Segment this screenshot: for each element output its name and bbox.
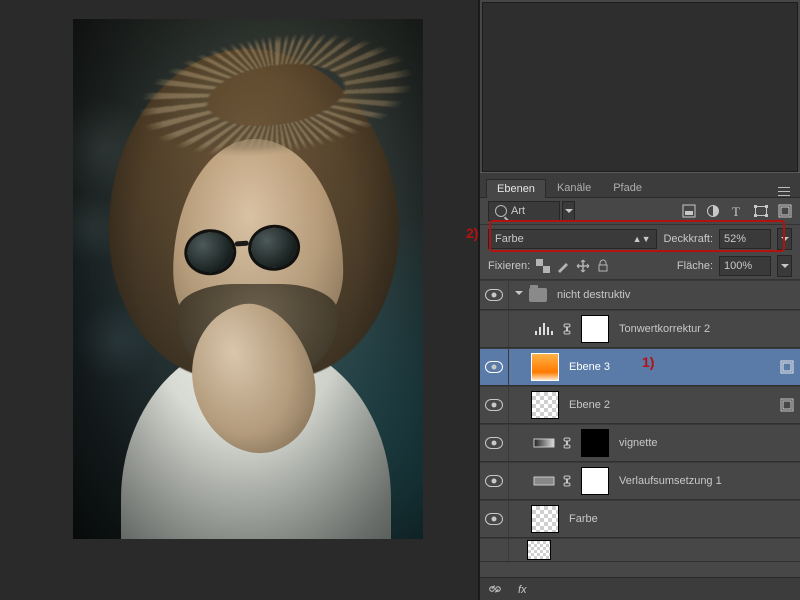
search-icon [495,205,507,217]
layer-row-gradientmap[interactable]: Verlaufsumsetzung 1 [480,462,800,500]
layer-style-icon[interactable]: fx [516,582,530,596]
layer-row-vignette[interactable]: vignette [480,424,800,462]
layer-name[interactable]: Verlaufsumsetzung 1 [619,475,794,487]
visibility-toggle-icon[interactable] [485,475,503,487]
layers-panel: Ebenen Kanäle Pfade Art T [480,172,800,562]
blend-mode-value: Farbe [495,233,524,245]
filter-shape-icon[interactable] [754,204,768,218]
lock-position-icon[interactable] [576,259,590,273]
filter-type-icon[interactable]: T [730,204,744,218]
lock-all-icon[interactable] [596,259,610,273]
filter-pixel-icon[interactable] [682,204,696,218]
layer-name[interactable]: Ebene 3 [569,361,779,373]
layers-list: nicht destruktiv Tonwertkorrektur 2 [480,280,800,562]
lock-transparent-icon[interactable] [536,259,550,273]
filter-smartobject-icon[interactable] [778,204,792,218]
layer-row-levels[interactable]: Tonwertkorrektur 2 [480,310,800,348]
layer-group-name[interactable]: nicht destruktiv [557,289,794,301]
layer-mask-thumb[interactable] [581,467,609,495]
mask-link-icon[interactable] [561,322,573,336]
tab-channels[interactable]: Kanäle [546,178,602,197]
opacity-label: Deckkraft: [663,233,713,245]
tab-layers[interactable]: Ebenen [486,179,546,198]
layer-thumb[interactable] [527,540,551,560]
document-image [73,19,423,539]
link-layers-icon[interactable] [488,582,502,596]
mask-link-icon[interactable] [561,474,573,488]
fill-label: Fläche: [677,260,713,272]
layer-filter-type-dropdown[interactable] [562,201,575,221]
upper-panel-placeholder [482,2,798,172]
layers-panel-footer: fx [480,577,800,600]
layer-group-row[interactable]: nicht destruktiv [480,280,800,310]
svg-text:fx: fx [518,584,527,596]
visibility-toggle-icon[interactable] [485,399,503,411]
visibility-toggle-icon[interactable] [485,361,503,373]
layer-mask-thumb[interactable] [581,315,609,343]
mask-link-icon[interactable] [561,436,573,450]
opacity-value: 52% [724,233,746,245]
advanced-blending-icon[interactable] [779,398,794,412]
visibility-toggle-icon[interactable] [485,513,503,525]
layer-filter-type-label: Art [511,205,525,217]
layer-row-ebene2[interactable]: Ebene 2 [480,386,800,424]
lock-pixels-icon[interactable] [556,259,570,273]
blend-mode-select[interactable]: Farbe ▲▼ [488,229,657,249]
visibility-toggle-icon[interactable] [485,437,503,449]
layer-filter-type[interactable]: Art [488,201,560,221]
layer-row-farbe[interactable]: Farbe [480,500,800,538]
fill-value: 100% [724,260,752,272]
panel-menu-icon[interactable] [778,185,794,197]
advanced-blending-icon[interactable] [779,360,794,374]
layer-row-ebene3[interactable]: Ebene 3 [480,348,800,386]
gradient-adjustment-icon [531,434,557,452]
disclosure-triangle-icon[interactable] [515,291,523,299]
layer-mask-thumb[interactable] [581,429,609,457]
layer-name[interactable]: Ebene 2 [569,399,779,411]
filter-adjustment-icon[interactable] [706,204,720,218]
opacity-dropdown[interactable] [777,228,792,250]
levels-adjustment-icon [531,320,557,338]
layer-thumb[interactable] [531,505,559,533]
tab-paths[interactable]: Pfade [602,178,653,197]
layer-name[interactable]: vignette [619,437,794,449]
layer-name[interactable]: Tonwertkorrektur 2 [619,323,794,335]
canvas-area[interactable] [0,0,478,600]
gradientmap-adjustment-icon [531,472,557,490]
lock-label: Fixieren: [488,260,530,272]
layer-thumb[interactable] [531,391,559,419]
panels-dock: Ebenen Kanäle Pfade Art T [478,0,800,600]
visibility-toggle-icon[interactable] [485,289,503,301]
opacity-field[interactable]: 52% [719,229,771,249]
svg-text:T: T [732,204,740,218]
folder-icon [529,288,547,302]
layer-row-extra[interactable] [480,538,800,562]
layer-name[interactable]: Farbe [569,513,794,525]
layer-thumb[interactable] [531,353,559,381]
fill-field[interactable]: 100% [719,256,771,276]
fill-dropdown[interactable] [777,255,792,277]
